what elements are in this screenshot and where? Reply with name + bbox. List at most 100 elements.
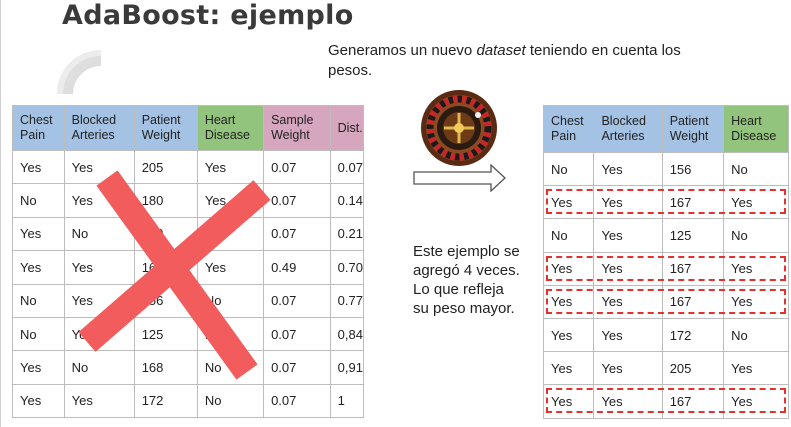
table-cell: 0.14	[329, 183, 365, 218]
table-cell: 167	[661, 251, 725, 286]
table-header-row: Chest Pain Blocked Arteries Patient Weig…	[542, 105, 789, 153]
table-cell: Yes	[63, 383, 135, 419]
table-row: No Yes 156 No 0.07 0.77	[12, 283, 365, 318]
table-cell: 210	[133, 216, 198, 252]
table-cell: 172	[133, 383, 198, 419]
slide-edge	[0, 0, 1, 427]
right-arrow-icon	[413, 164, 506, 192]
table-cell: Yes	[723, 384, 789, 419]
table-cell: Yes	[593, 284, 663, 319]
table-cell: Yes	[63, 316, 135, 352]
table-cell: Yes	[542, 384, 595, 419]
table-cell: Yes	[542, 284, 595, 319]
table-cell: Yes	[542, 351, 595, 386]
table-cell: No	[196, 350, 265, 385]
col-header-chest-pain: Chest Pain	[12, 105, 65, 151]
table-cell: Yes	[593, 384, 663, 419]
table-row: Yes Yes 167 Yes	[542, 185, 789, 220]
table-cell: 156	[661, 151, 725, 187]
table-cell: Yes	[542, 185, 595, 220]
col-header-dist: Dist.	[329, 105, 365, 151]
subtitle-text-before: Generamos un nuevo	[328, 42, 477, 59]
table-cell: 0.07	[263, 383, 331, 419]
table-row: Yes Yes 172 No	[542, 317, 789, 353]
table-cell: 0.07	[263, 183, 331, 218]
table-cell: No	[723, 317, 789, 353]
table-cell: 168	[133, 350, 198, 385]
table-cell: No	[196, 283, 265, 318]
table-cell: Yes	[593, 317, 663, 353]
table-cell: 1	[329, 383, 365, 419]
table-cell: No	[723, 218, 789, 253]
col-header-patient-weight: Patient Weight	[661, 105, 725, 153]
table-row: Yes No 168 No 0.07 0,91	[12, 350, 365, 385]
table-cell: 0.07	[329, 149, 365, 185]
table-cell: 205	[661, 351, 725, 386]
table-cell: 0.49	[263, 250, 331, 285]
table-row: Yes Yes 167 Yes 0.49 0.70	[12, 250, 365, 285]
table-row: No Yes 180 Yes 0.07 0.14	[12, 183, 365, 218]
table-cell: 0,84	[329, 316, 365, 352]
table-cell: 167	[661, 284, 725, 319]
table-cell: No	[12, 316, 65, 352]
table-cell: 0.07	[263, 350, 331, 385]
table-cell: Yes	[63, 283, 135, 318]
table-cell: 172	[661, 317, 725, 353]
table-cell: 0.21	[329, 216, 365, 252]
table-cell: No	[12, 283, 65, 318]
col-header-patient-weight: Patient Weight	[133, 105, 198, 151]
table-cell: 156	[133, 283, 198, 318]
table-cell: 167	[133, 250, 198, 285]
table-cell: Yes	[542, 317, 595, 353]
table-cell: No	[63, 350, 135, 385]
roulette-icon	[421, 90, 497, 166]
table-row: Yes No 210 Yes 0.07 0.21	[12, 216, 365, 252]
subtitle-emphasis: dataset	[476, 42, 526, 59]
table-cell: Yes	[63, 250, 135, 285]
table-row: Yes Yes 167 Yes	[542, 284, 789, 319]
table-header-row: Chest Pain Blocked Arteries Patient Weig…	[12, 105, 365, 151]
table-cell: Yes	[593, 351, 663, 386]
table-cell: Yes	[593, 151, 663, 187]
table-cell: Yes	[196, 250, 265, 285]
table-cell: 0.77	[329, 283, 365, 318]
table-cell: Yes	[723, 351, 789, 386]
table-cell: 125	[661, 218, 725, 253]
original-dataset-table: Chest Pain Blocked Arteries Patient Weig…	[12, 105, 365, 419]
table-cell: 125	[133, 316, 198, 352]
table-cell: No	[542, 151, 595, 187]
table-cell: 0.70	[329, 250, 365, 285]
table-cell: Yes	[542, 251, 595, 286]
table-cell: 0,91	[329, 350, 365, 385]
table-row: Yes Yes 167 Yes	[542, 251, 789, 286]
table-cell: Yes	[12, 350, 65, 385]
slide-subtitle: Generamos un nuevo dataset teniendo en c…	[328, 41, 718, 81]
table-cell: Yes	[12, 383, 65, 419]
col-header-heart-disease: Heart Disease	[196, 105, 265, 151]
table-row: Yes Yes 205 Yes	[542, 351, 789, 386]
table-cell: No	[196, 383, 265, 419]
table-cell: Yes	[723, 185, 789, 220]
col-header-blocked-arteries: Blocked Arteries	[63, 105, 135, 151]
decorative-arc-icon	[57, 50, 101, 94]
table-cell: 0.07	[263, 149, 331, 185]
table-cell: Yes	[63, 149, 135, 185]
col-header-sample-weight: Sample Weight	[263, 105, 331, 151]
table-cell: Yes	[12, 250, 65, 285]
table-cell: No	[12, 183, 65, 218]
table-cell: 167	[661, 185, 725, 220]
table-cell: 205	[133, 149, 198, 185]
table-cell: Yes	[196, 216, 265, 252]
table-cell: 0.07	[263, 216, 331, 252]
table-cell: Yes	[63, 183, 135, 218]
table-cell: No	[196, 316, 265, 352]
table-cell: 180	[133, 183, 198, 218]
table-row: Yes Yes 205 Yes 0.07 0.07	[12, 149, 365, 185]
table-row: Yes Yes 172 No 0.07 1	[12, 383, 365, 419]
table-row: No Yes 125 No	[542, 218, 789, 253]
resampled-dataset-table: Chest Pain Blocked Arteries Patient Weig…	[542, 105, 789, 419]
table-cell: Yes	[593, 185, 663, 220]
table-cell: Yes	[593, 218, 663, 253]
table-cell: No	[542, 218, 595, 253]
col-header-chest-pain: Chest Pain	[542, 105, 595, 153]
